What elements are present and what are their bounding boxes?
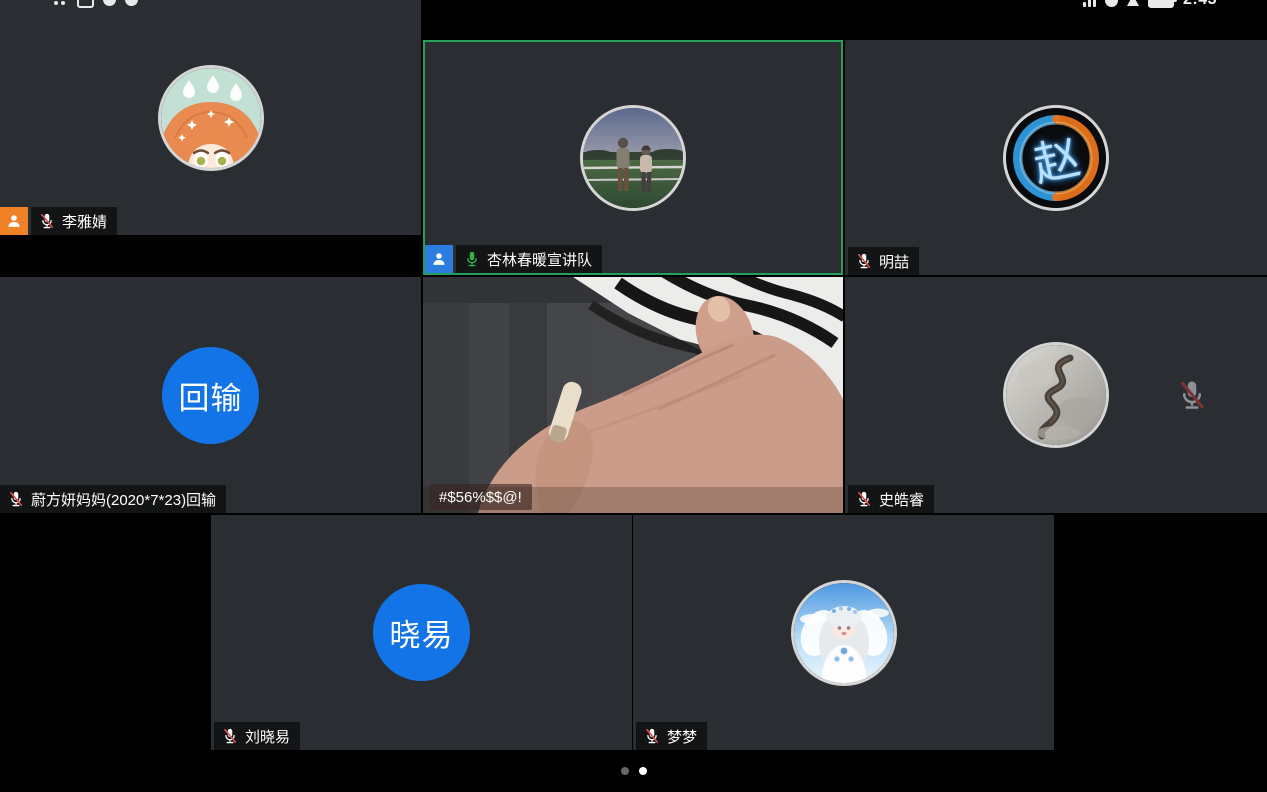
person-icon xyxy=(5,212,23,230)
name-badge: 蔚方妍妈妈(2020*7*23)回输 xyxy=(0,485,226,513)
clock-time: 2:43 xyxy=(1183,0,1217,9)
member-role-badge-orange xyxy=(0,207,28,235)
screenshot-app-icon xyxy=(77,0,94,8)
participant-badges: 明喆 xyxy=(848,247,919,275)
avatar-initials: 晓易 xyxy=(390,610,454,655)
alert-triangle-icon xyxy=(1127,0,1139,6)
muted-mic-icon xyxy=(643,727,661,745)
participant-name: 明喆 xyxy=(879,251,909,272)
participant-badges: 李雅婧 xyxy=(0,207,117,235)
status-right-icons: 2:43 xyxy=(1083,0,1217,9)
status-bar: 2:43 xyxy=(0,0,1267,14)
avatar-stone-sand xyxy=(1006,345,1106,445)
data-circle-icon xyxy=(1105,0,1118,7)
participant-badges: 蔚方妍妈妈(2020*7*23)回输 xyxy=(0,485,226,513)
avatar-initials: 回输 xyxy=(179,373,243,418)
avatar-anime-raindrops xyxy=(161,68,261,168)
app-circle-icon-2 xyxy=(125,0,138,6)
battery-icon xyxy=(1148,0,1174,8)
avatar-blue-initials: 晓易 xyxy=(373,584,470,681)
muted-mic-icon xyxy=(855,490,873,508)
live-video-hand xyxy=(423,277,843,513)
participant-name: 史皓睿 xyxy=(879,489,924,510)
name-badge: 李雅婧 xyxy=(31,207,117,235)
participant-name: 梦梦 xyxy=(667,726,697,747)
name-badge: 明喆 xyxy=(848,247,919,275)
video-tile-8[interactable]: 梦梦 xyxy=(633,515,1054,750)
active-mic-icon xyxy=(463,250,481,268)
video-tile-3[interactable]: 赵 明喆 xyxy=(845,40,1267,275)
participant-name: 杏林春暖宣讲队 xyxy=(487,249,592,270)
participant-badges: 梦梦 xyxy=(636,722,707,750)
member-role-badge-blue xyxy=(425,245,453,273)
participant-badges: 刘晓易 xyxy=(214,722,300,750)
page-dot-1[interactable] xyxy=(621,767,629,775)
muted-mic-large-icon xyxy=(1175,373,1209,417)
name-badge: 刘晓易 xyxy=(214,722,300,750)
page-dot-2-active[interactable] xyxy=(639,767,647,775)
avatar-photo-outdoor xyxy=(583,108,683,208)
muted-mic-icon xyxy=(7,490,25,508)
avatar-anime-angel xyxy=(794,583,894,683)
app-circle-icon-1 xyxy=(103,0,116,6)
avatar-glyph: 赵 xyxy=(1006,108,1106,208)
notification-dots-icon xyxy=(54,0,68,7)
participant-badges: #$56%$$@! xyxy=(429,484,532,510)
name-badge: 史皓睿 xyxy=(848,485,934,513)
participant-badges: 史皓睿 xyxy=(848,485,934,513)
muted-mic-icon xyxy=(221,727,239,745)
video-tile-2-active-speaker[interactable]: 杏林春暖宣讲队 xyxy=(423,40,843,275)
name-badge: 杏林春暖宣讲队 xyxy=(456,245,602,273)
video-tile-5-live-video[interactable]: #$56%$$@! xyxy=(423,277,843,513)
video-tile-6[interactable]: 史皓睿 xyxy=(845,277,1267,513)
meeting-screen: 2:43 xyxy=(0,0,1267,792)
muted-mic-icon xyxy=(855,252,873,270)
participant-name: 刘晓易 xyxy=(245,726,290,747)
person-icon xyxy=(430,250,448,268)
participant-name: 蔚方妍妈妈(2020*7*23)回输 xyxy=(31,489,216,510)
avatar-flame-emblem: 赵 xyxy=(1006,108,1106,208)
name-badge: 梦梦 xyxy=(636,722,707,750)
participant-badges: 杏林春暖宣讲队 xyxy=(425,245,602,273)
video-tile-1[interactable]: 李雅婧 xyxy=(0,0,421,235)
video-tile-7[interactable]: 晓易 刘晓易 xyxy=(211,515,632,750)
page-indicator xyxy=(621,767,647,775)
video-tile-4[interactable]: 回输 蔚方妍妈妈(2020*7*23)回输 xyxy=(0,277,421,513)
participant-name: 李雅婧 xyxy=(62,211,107,232)
status-left-icons xyxy=(54,0,138,8)
avatar-blue-initials: 回输 xyxy=(162,347,259,444)
name-badge: #$56%$$@! xyxy=(429,484,532,510)
signal-bars-icon xyxy=(1083,0,1096,7)
muted-mic-icon xyxy=(38,212,56,230)
participant-name: #$56%$$@! xyxy=(439,489,522,506)
